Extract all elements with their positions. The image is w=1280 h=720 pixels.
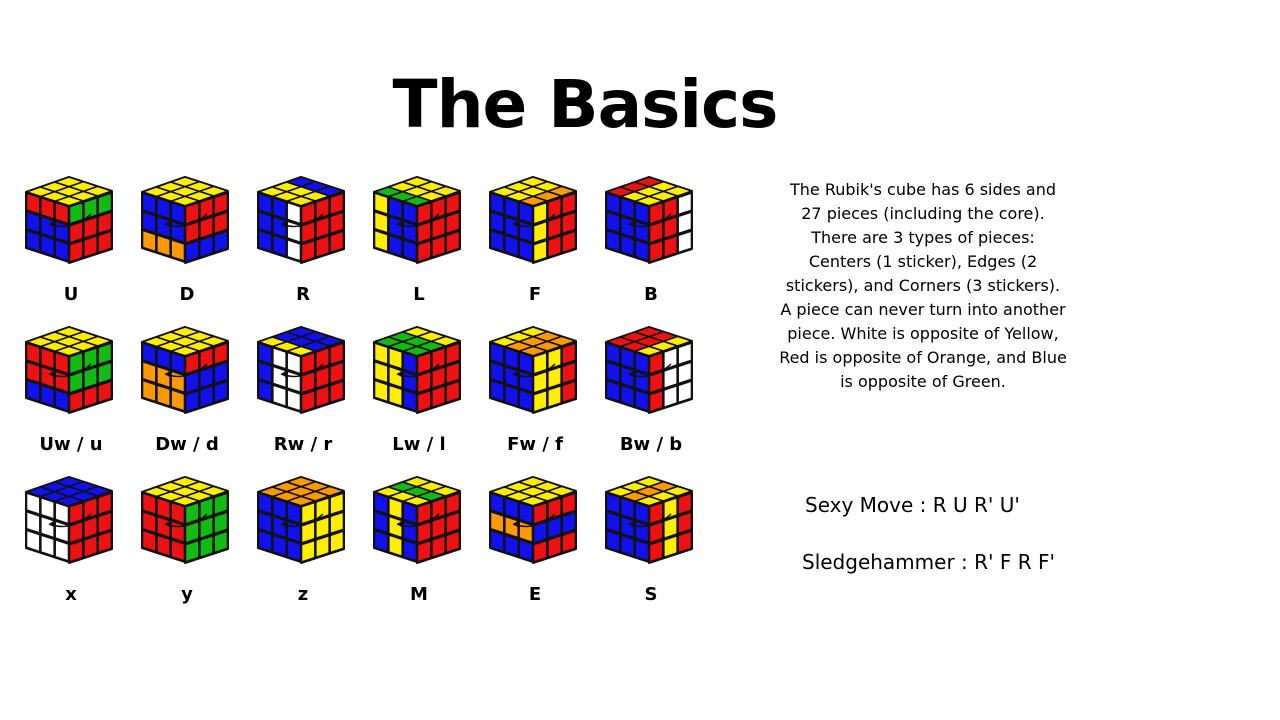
algorithm-sexy-move: Sexy Move : R U R' U' [805, 493, 1020, 517]
cube-move-9: Rw / r [253, 322, 353, 455]
cube-icon [605, 176, 693, 264]
cube-icon [605, 326, 693, 414]
cube-icon [489, 326, 577, 414]
cube-move-8: Dw / d [137, 322, 237, 455]
cube-move-label: Dw / d [155, 434, 219, 455]
cube-move-11: Fw / f [485, 322, 585, 455]
cube-icon [25, 176, 113, 264]
cube-move-3: R [253, 172, 353, 305]
cube-move-2: D [137, 172, 237, 305]
cube-icon [141, 476, 229, 564]
cube-move-label: Uw / u [39, 434, 103, 455]
cube-move-10: Lw / l [369, 322, 469, 455]
cube-icon [489, 476, 577, 564]
cube-icon [25, 326, 113, 414]
cube-icon [257, 476, 345, 564]
cube-icon [373, 326, 461, 414]
cube-move-6: B [601, 172, 701, 305]
cube-move-label: E [528, 584, 542, 605]
cube-icon [25, 476, 113, 564]
cube-move-5: F [485, 172, 585, 305]
cube-icon [257, 176, 345, 264]
cube-move-label: Lw / l [392, 434, 446, 455]
description-text: The Rubik's cube has 6 sides and 27 piec… [779, 180, 1067, 391]
cube-move-label: F [528, 284, 542, 305]
cube-icon [373, 476, 461, 564]
cube-icon [257, 326, 345, 414]
cube-move-label: Rw / r [273, 434, 333, 455]
cube-move-label: Bw / b [619, 434, 683, 455]
algorithm-sledgehammer: Sledgehammer : R' F R F' [802, 550, 1055, 574]
cube-move-7: Uw / u [21, 322, 121, 455]
cube-move-label: S [644, 584, 658, 605]
cube-move-16: M [369, 472, 469, 605]
cube-move-label: B [644, 284, 658, 305]
cube-icon [141, 176, 229, 264]
cube-move-label: M [410, 584, 428, 605]
cube-icon [373, 176, 461, 264]
cube-icon [605, 476, 693, 564]
cube-move-label: Fw / f [507, 434, 563, 455]
cube-move-1: U [21, 172, 121, 305]
cube-move-14: y [137, 472, 237, 605]
cube-move-grid: U D R L F B Uw / u Dw / d Rw / r Lw / l Fw / f Bw /… [0, 0, 760, 720]
cube-move-label: x [65, 584, 77, 605]
cube-move-label: R [296, 284, 310, 305]
cube-move-15: z [253, 472, 353, 605]
cube-icon [489, 176, 577, 264]
cube-move-label: D [179, 284, 195, 305]
cube-move-4: L [369, 172, 469, 305]
cube-icon [141, 326, 229, 414]
cube-move-18: S [601, 472, 701, 605]
cube-move-12: Bw / b [601, 322, 701, 455]
cube-move-label: y [181, 584, 193, 605]
cube-move-label: L [413, 284, 425, 305]
cube-move-13: x [21, 472, 121, 605]
cube-move-label: z [297, 584, 309, 605]
cube-move-label: U [63, 284, 79, 305]
cube-move-17: E [485, 472, 585, 605]
